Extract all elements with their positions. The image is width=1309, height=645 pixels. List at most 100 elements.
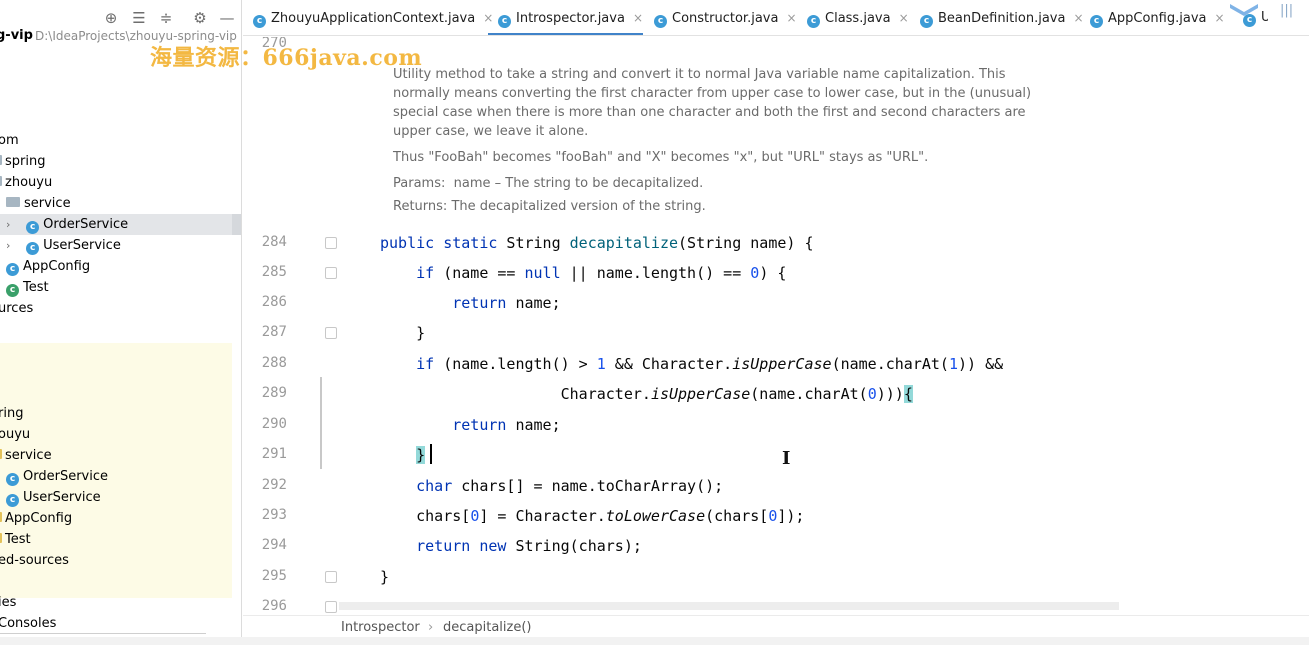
tab-constructor[interactable]: c Constructor.java × bbox=[644, 0, 797, 35]
test-class-icon: c bbox=[6, 284, 19, 297]
tree-item-appconfig[interactable]: c AppConfig bbox=[6, 256, 90, 277]
fold-marker-icon[interactable] bbox=[325, 571, 337, 583]
close-icon[interactable]: × bbox=[1214, 11, 1224, 25]
line-number: 287 bbox=[261, 324, 287, 340]
close-icon[interactable]: × bbox=[633, 11, 643, 25]
tree-item-service[interactable]: service bbox=[6, 193, 71, 214]
fold-range-indicator bbox=[320, 377, 322, 469]
class-icon: c bbox=[498, 15, 511, 28]
tree-item-zhouyu[interactable]: zhouyu bbox=[0, 172, 52, 193]
locate-target-icon[interactable]: ⊕ bbox=[102, 9, 120, 27]
project-title: g-vip bbox=[0, 28, 33, 43]
code-line-292: char chars[] = name.toCharArray(); bbox=[416, 477, 724, 495]
tab-introspector[interactable]: c Introspector.java × bbox=[488, 0, 643, 35]
rendered-javadoc: Utility method to take a string and conv… bbox=[393, 65, 1033, 223]
gear-icon[interactable]: ⚙ bbox=[191, 9, 209, 27]
class-icon: c bbox=[6, 473, 19, 486]
line-number: 288 bbox=[261, 355, 287, 371]
code-line-284: public static String decapitalize(String… bbox=[380, 234, 814, 252]
tree-item-consoles[interactable]: Consoles bbox=[0, 613, 56, 634]
class-icon: c bbox=[654, 15, 667, 28]
fold-marker-icon[interactable] bbox=[325, 327, 337, 339]
line-number: 285 bbox=[261, 264, 287, 280]
tree-item-test[interactable]: c Test bbox=[6, 277, 49, 298]
class-icon: c bbox=[6, 494, 19, 507]
class-icon: c bbox=[807, 15, 820, 28]
class-icon: c bbox=[26, 242, 40, 255]
chevron-right-icon[interactable]: › bbox=[6, 235, 16, 256]
package-icon bbox=[0, 176, 2, 186]
close-icon[interactable]: × bbox=[786, 11, 796, 25]
tab-class[interactable]: c Class.java × bbox=[797, 0, 909, 35]
watermark: 海量资源：666java.com bbox=[150, 45, 423, 71]
tab-zhouyu-application-context[interactable]: c ZhouyuApplicationContext.java × bbox=[243, 0, 493, 35]
tab-bean-definition[interactable]: c BeanDefinition.java × bbox=[910, 0, 1084, 35]
code-line-293: chars[0] = Character.toLowerCase(chars[0… bbox=[380, 507, 805, 525]
breadcrumb-item-method[interactable]: decapitalize() bbox=[443, 620, 531, 635]
tree-item-gen-service[interactable]: service bbox=[0, 445, 52, 466]
tree-item-orderservice[interactable]: › c OrderService bbox=[6, 214, 128, 235]
file-icon bbox=[0, 533, 2, 543]
code-line-285: if (name == null || name.length() == 0) … bbox=[416, 264, 787, 282]
line-number: 293 bbox=[261, 507, 287, 523]
collapse-all-icon[interactable]: ≑ bbox=[157, 9, 175, 27]
breadcrumb-item-class[interactable]: Introspector bbox=[341, 620, 420, 635]
fold-marker-icon[interactable] bbox=[325, 267, 337, 279]
tree-item-com[interactable]: om bbox=[0, 130, 19, 151]
doc-params: Params: name – The string to be decapita… bbox=[393, 176, 704, 191]
code-line-295: } bbox=[380, 568, 390, 586]
tree-item-spring[interactable]: spring bbox=[0, 151, 45, 172]
doc-returns: Returns: The decapitalized version of th… bbox=[393, 199, 706, 214]
line-number: 290 bbox=[261, 416, 287, 432]
code-line-286: return name; bbox=[452, 294, 561, 312]
code-line-287: } bbox=[380, 324, 426, 342]
line-number: 295 bbox=[261, 568, 287, 584]
class-icon: c bbox=[1090, 15, 1103, 28]
editor-horizontal-scrollbar[interactable] bbox=[339, 602, 1119, 610]
editor-tab-bar: c ZhouyuApplicationContext.java × c Introsp… bbox=[243, 0, 1309, 36]
line-number: 289 bbox=[261, 385, 287, 401]
app-logo-icon: ||| bbox=[1230, 0, 1309, 22]
code-line-294: return new String(chars); bbox=[416, 537, 642, 555]
doc-summary: Utility method to take a string and conv… bbox=[393, 67, 1032, 139]
close-icon[interactable]: × bbox=[899, 11, 909, 25]
tree-item-resources[interactable]: urces bbox=[0, 298, 33, 319]
fold-marker-icon[interactable] bbox=[325, 237, 337, 249]
tree-item-gen-zhouyu[interactable]: ouyu bbox=[0, 424, 30, 445]
line-number: 296 bbox=[261, 598, 287, 614]
tree-item-generated-sources[interactable]: ed-sources bbox=[0, 550, 69, 571]
expand-all-icon[interactable]: ☰ bbox=[130, 9, 148, 27]
chevron-right-icon[interactable]: › bbox=[6, 214, 16, 235]
hide-panel-icon[interactable]: — bbox=[218, 9, 236, 27]
tree-item-gen-orderservice[interactable]: c OrderService bbox=[6, 466, 108, 487]
breadcrumb-separator-icon: › bbox=[428, 620, 434, 635]
line-number: 291 bbox=[261, 446, 287, 462]
line-number: 294 bbox=[261, 537, 287, 553]
status-strip bbox=[0, 637, 1309, 645]
fold-marker-icon[interactable] bbox=[325, 601, 337, 613]
class-icon: c bbox=[6, 263, 19, 276]
tab-app-config[interactable]: c AppConfig.java × bbox=[1080, 0, 1225, 35]
class-icon: c bbox=[26, 221, 40, 234]
package-icon bbox=[0, 449, 2, 459]
doc-example: Thus "FooBah" becomes "fooBah" and "X" b… bbox=[393, 150, 929, 165]
code-line-289: Character.isUpperCase(name.charAt(0))){ bbox=[380, 385, 913, 403]
code-editor[interactable]: 270 284 285 286 287 288 289 290 291 292 … bbox=[243, 37, 1309, 615]
ibeam-cursor-icon: I bbox=[782, 448, 791, 469]
divider bbox=[0, 633, 206, 634]
tree-item-gen-userservice[interactable]: c UserService bbox=[6, 487, 101, 508]
class-icon: c bbox=[920, 15, 933, 28]
tree-item-userservice[interactable]: › c UserService bbox=[6, 235, 121, 256]
tree-item-libraries[interactable]: ies bbox=[0, 592, 16, 613]
text-caret bbox=[430, 444, 432, 464]
tree-item-gen-test[interactable]: Test bbox=[0, 529, 31, 550]
panel-scrollbar[interactable] bbox=[232, 214, 241, 235]
tree-item-gen-appconfig[interactable]: AppConfig bbox=[0, 508, 72, 529]
code-line-288: if (name.length() > 1 && Character.isUpp… bbox=[416, 355, 1004, 373]
line-number: 284 bbox=[261, 234, 287, 250]
line-number: 292 bbox=[261, 477, 287, 493]
class-icon: c bbox=[253, 15, 266, 28]
tree-item-gen-spring[interactable]: ring bbox=[0, 403, 23, 424]
package-icon bbox=[0, 155, 2, 165]
package-icon bbox=[6, 197, 20, 207]
